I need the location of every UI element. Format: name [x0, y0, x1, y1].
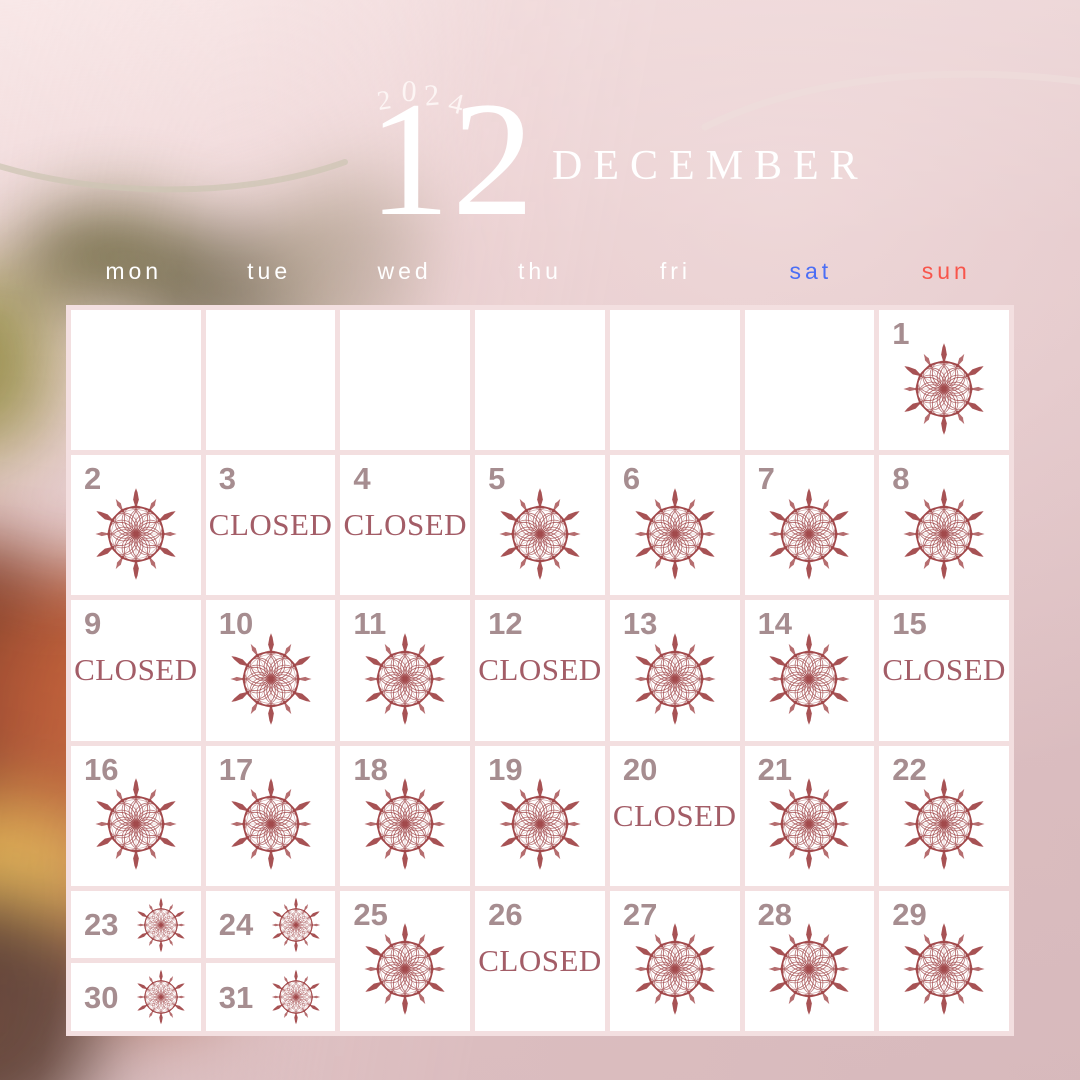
- snowflake-rosette-icon: [272, 969, 321, 1025]
- calendar-cell-empty: [205, 310, 336, 451]
- snowflake-rosette-icon: [768, 487, 850, 580]
- snowflake-rosette-icon: [634, 633, 716, 725]
- calendar-cell-split[interactable]: 24 31: [205, 890, 336, 1031]
- snowflake-rosette-icon: [768, 633, 850, 725]
- snowflake-rosette-icon: [903, 778, 985, 870]
- calendar-day-29[interactable]: 29: [879, 890, 1009, 1031]
- calendar-day-18[interactable]: 18: [340, 745, 471, 886]
- weekday-label-thu: thu: [518, 258, 562, 284]
- calendar-cell-empty: [475, 310, 605, 451]
- calendar-day-27[interactable]: 27: [609, 890, 740, 1031]
- day-number: 3: [218, 461, 236, 497]
- weekday-header-row: mon tue wed thu fri sat sun: [66, 258, 1014, 285]
- snowflake-rosette-icon: [634, 487, 716, 580]
- closed-label: CLOSED: [74, 652, 198, 688]
- snowflake-rosette-icon: [768, 778, 850, 870]
- closed-label: CLOSED: [343, 507, 468, 543]
- snowflake-rosette-icon: [634, 923, 716, 1016]
- calendar-header: 2 0 2 4 12 DECEMBER: [0, 0, 1080, 300]
- calendar-cell-split[interactable]: 23 30: [71, 890, 201, 1031]
- day-number: 30: [84, 979, 119, 1015]
- calendar-day-3[interactable]: 3 CLOSED: [205, 455, 336, 596]
- calendar-cell-empty: [744, 310, 875, 451]
- weekday-label-mon: mon: [105, 258, 163, 284]
- month-number: 12: [368, 69, 536, 250]
- snowflake-rosette-icon: [364, 923, 446, 1016]
- snowflake-rosette-icon: [95, 778, 177, 870]
- calendar-day-4[interactable]: 4 CLOSED: [340, 455, 471, 596]
- snowflake-rosette-icon: [903, 342, 985, 435]
- calendar-day-24[interactable]: 24: [205, 890, 336, 959]
- snowflake-rosette-icon: [364, 778, 446, 870]
- calendar-day-30[interactable]: 30: [71, 963, 201, 1031]
- calendar-day-11[interactable]: 11: [340, 600, 471, 741]
- calendar-day-10[interactable]: 10: [205, 600, 336, 741]
- calendar-day-12[interactable]: 12 CLOSED: [475, 600, 605, 741]
- calendar-day-7[interactable]: 7: [744, 455, 875, 596]
- snowflake-rosette-icon: [272, 897, 321, 952]
- weekday-label-wed: wed: [377, 258, 432, 284]
- calendar-day-16[interactable]: 16: [71, 745, 201, 886]
- calendar-day-22[interactable]: 22: [879, 745, 1009, 886]
- calendar-cell-empty: [609, 310, 740, 451]
- closed-label: CLOSED: [208, 507, 333, 543]
- weekday-label-fri: fri: [659, 258, 691, 284]
- day-number: 24: [218, 907, 254, 943]
- snowflake-rosette-icon: [499, 487, 581, 580]
- weekday-label-sun: sun: [921, 258, 971, 284]
- calendar-grid: 1 2 3 CLOSED 4 CLOSED 5 6 7 8 9 CLOSED 10 11 12 CLOSED 1…: [66, 305, 1014, 1036]
- snowflake-rosette-icon: [230, 778, 312, 870]
- calendar-day-21[interactable]: 21: [744, 745, 875, 886]
- calendar-day-8[interactable]: 8: [879, 455, 1009, 596]
- snowflake-rosette-icon: [137, 897, 186, 952]
- snowflake-rosette-icon: [95, 487, 177, 580]
- calendar-day-15[interactable]: 15 CLOSED: [879, 600, 1009, 741]
- calendar-day-20[interactable]: 20 CLOSED: [609, 745, 740, 886]
- calendar-day-25[interactable]: 25: [340, 890, 471, 1031]
- snowflake-rosette-icon: [903, 487, 985, 580]
- closed-label: CLOSED: [612, 797, 737, 833]
- calendar-day-13[interactable]: 13: [609, 600, 740, 741]
- snowflake-rosette-icon: [903, 923, 985, 1016]
- day-number: 31: [218, 979, 254, 1015]
- day-number: 4: [353, 461, 371, 497]
- closed-label: CLOSED: [478, 942, 602, 978]
- calendar-day-14[interactable]: 14: [744, 600, 875, 741]
- snowflake-rosette-icon: [768, 923, 850, 1016]
- snowflake-rosette-icon: [137, 969, 186, 1025]
- snowflake-rosette-icon: [499, 778, 581, 870]
- calendar-day-2[interactable]: 2: [71, 455, 201, 596]
- weekday-label-sat: sat: [789, 258, 833, 284]
- calendar-day-19[interactable]: 19: [475, 745, 605, 886]
- day-number: 26: [488, 896, 523, 932]
- closed-label: CLOSED: [478, 652, 602, 688]
- calendar-day-17[interactable]: 17: [205, 745, 336, 886]
- calendar-day-5[interactable]: 5: [475, 455, 605, 596]
- calendar-day-23[interactable]: 23: [71, 890, 201, 959]
- day-number: 12: [488, 606, 523, 642]
- day-number: 20: [622, 751, 658, 787]
- day-number: 15: [892, 606, 927, 642]
- calendar-cell-empty: [340, 310, 471, 451]
- calendar-day-26[interactable]: 26 CLOSED: [475, 890, 605, 1031]
- calendar-day-1[interactable]: 1: [879, 310, 1009, 451]
- weekday-label-tue: tue: [247, 258, 292, 284]
- closed-label: CLOSED: [882, 652, 1006, 688]
- month-name: DECEMBER: [552, 143, 869, 189]
- calendar-day-9[interactable]: 9 CLOSED: [71, 600, 201, 741]
- calendar-day-28[interactable]: 28: [744, 890, 875, 1031]
- calendar-cell-empty: [71, 310, 201, 451]
- snowflake-rosette-icon: [230, 633, 312, 725]
- day-number: 23: [84, 907, 119, 943]
- day-number: 9: [84, 606, 102, 642]
- calendar-day-31[interactable]: 31: [205, 963, 336, 1031]
- snowflake-rosette-icon: [364, 633, 446, 725]
- calendar-day-6[interactable]: 6: [609, 455, 740, 596]
